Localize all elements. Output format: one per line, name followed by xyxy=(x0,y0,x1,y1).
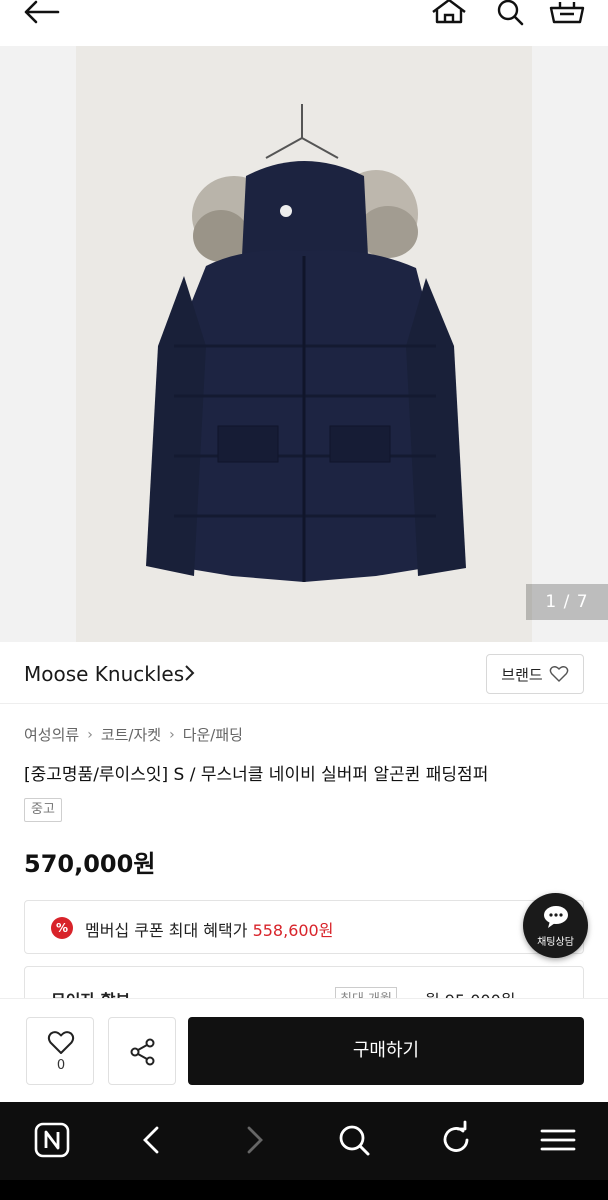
chevron-right-icon: › xyxy=(169,726,175,743)
brand-follow-button[interactable]: 브랜드 xyxy=(486,654,584,694)
share-icon xyxy=(130,1038,155,1066)
home-button[interactable] xyxy=(430,0,468,28)
heart-outline-icon xyxy=(47,1031,75,1054)
browser-back-button[interactable] xyxy=(132,1120,172,1160)
chevron-right-icon xyxy=(247,1126,263,1154)
browser-nav-bar xyxy=(0,1102,608,1180)
chevron-right-icon xyxy=(185,665,195,681)
chat-label: 채팅상담 xyxy=(537,937,574,948)
chat-consult-button[interactable]: 채팅상담 xyxy=(523,893,588,958)
brand-name-link[interactable]: Moose Knuckles xyxy=(24,662,184,686)
brand-row: Moose Knuckles 브랜드 xyxy=(0,642,608,704)
product-gallery[interactable]: 1 / 7 xyxy=(0,46,608,642)
search-button[interactable] xyxy=(492,0,530,28)
search-icon xyxy=(339,1125,370,1156)
coupon-label: 멤버십 쿠폰 최대 혜택가 xyxy=(85,921,248,940)
arrow-left-icon xyxy=(24,0,60,24)
percent-badge-icon: % xyxy=(51,917,73,939)
home-icon xyxy=(432,0,466,24)
heart-outline-icon xyxy=(549,666,569,682)
browser-search-button[interactable] xyxy=(334,1120,374,1160)
browser-forward-button[interactable] xyxy=(234,1120,274,1160)
coupon-text: 멤버십 쿠폰 최대 혜택가 558,600원 xyxy=(85,917,333,941)
top-header xyxy=(0,0,608,46)
breadcrumb-item[interactable]: 코트/자켓 xyxy=(101,724,161,745)
chevron-right-icon: › xyxy=(87,726,93,743)
image-counter: 1 / 7 xyxy=(526,584,608,620)
buy-button[interactable]: 구매하기 xyxy=(188,1017,584,1085)
chevron-left-icon xyxy=(143,1126,159,1154)
coupon-amount: 558,600원 xyxy=(252,921,334,940)
share-button[interactable] xyxy=(108,1017,176,1085)
chat-bubble-icon xyxy=(544,906,568,928)
breadcrumb-item[interactable]: 여성의류 xyxy=(24,724,79,745)
jacket-image xyxy=(76,46,532,642)
breadcrumb: 여성의류 › 코트/자켓 › 다운/패딩 xyxy=(24,724,243,745)
breadcrumb-item[interactable]: 다운/패딩 xyxy=(183,724,243,745)
naver-home-button[interactable] xyxy=(32,1120,72,1160)
product-price: 570,000원 xyxy=(24,850,156,878)
hamburger-menu-icon xyxy=(540,1129,576,1151)
product-photo[interactable] xyxy=(76,46,532,642)
condition-badge: 중고 xyxy=(24,798,62,822)
refresh-icon xyxy=(443,1120,469,1152)
naver-n-icon xyxy=(34,1122,70,1158)
brand-follow-label: 브랜드 xyxy=(501,665,543,684)
bottom-action-bar: 0 구매하기 xyxy=(0,998,608,1102)
like-count: 0 xyxy=(56,1058,66,1073)
search-icon xyxy=(497,0,524,26)
product-title: [중고명품/루이스잇] S / 무스너클 네이비 실버퍼 알곤퀸 패딩점퍼 xyxy=(24,765,489,785)
browser-menu-button[interactable] xyxy=(538,1120,578,1160)
browser-refresh-button[interactable] xyxy=(436,1120,476,1160)
coupon-banner[interactable]: % 멤버십 쿠폰 최대 혜택가 558,600원 xyxy=(24,900,584,954)
cart-button[interactable] xyxy=(548,0,586,28)
cart-icon xyxy=(549,2,585,24)
back-button[interactable] xyxy=(22,0,62,28)
like-button[interactable]: 0 xyxy=(26,1017,94,1085)
system-bottom-bar xyxy=(0,1180,608,1200)
